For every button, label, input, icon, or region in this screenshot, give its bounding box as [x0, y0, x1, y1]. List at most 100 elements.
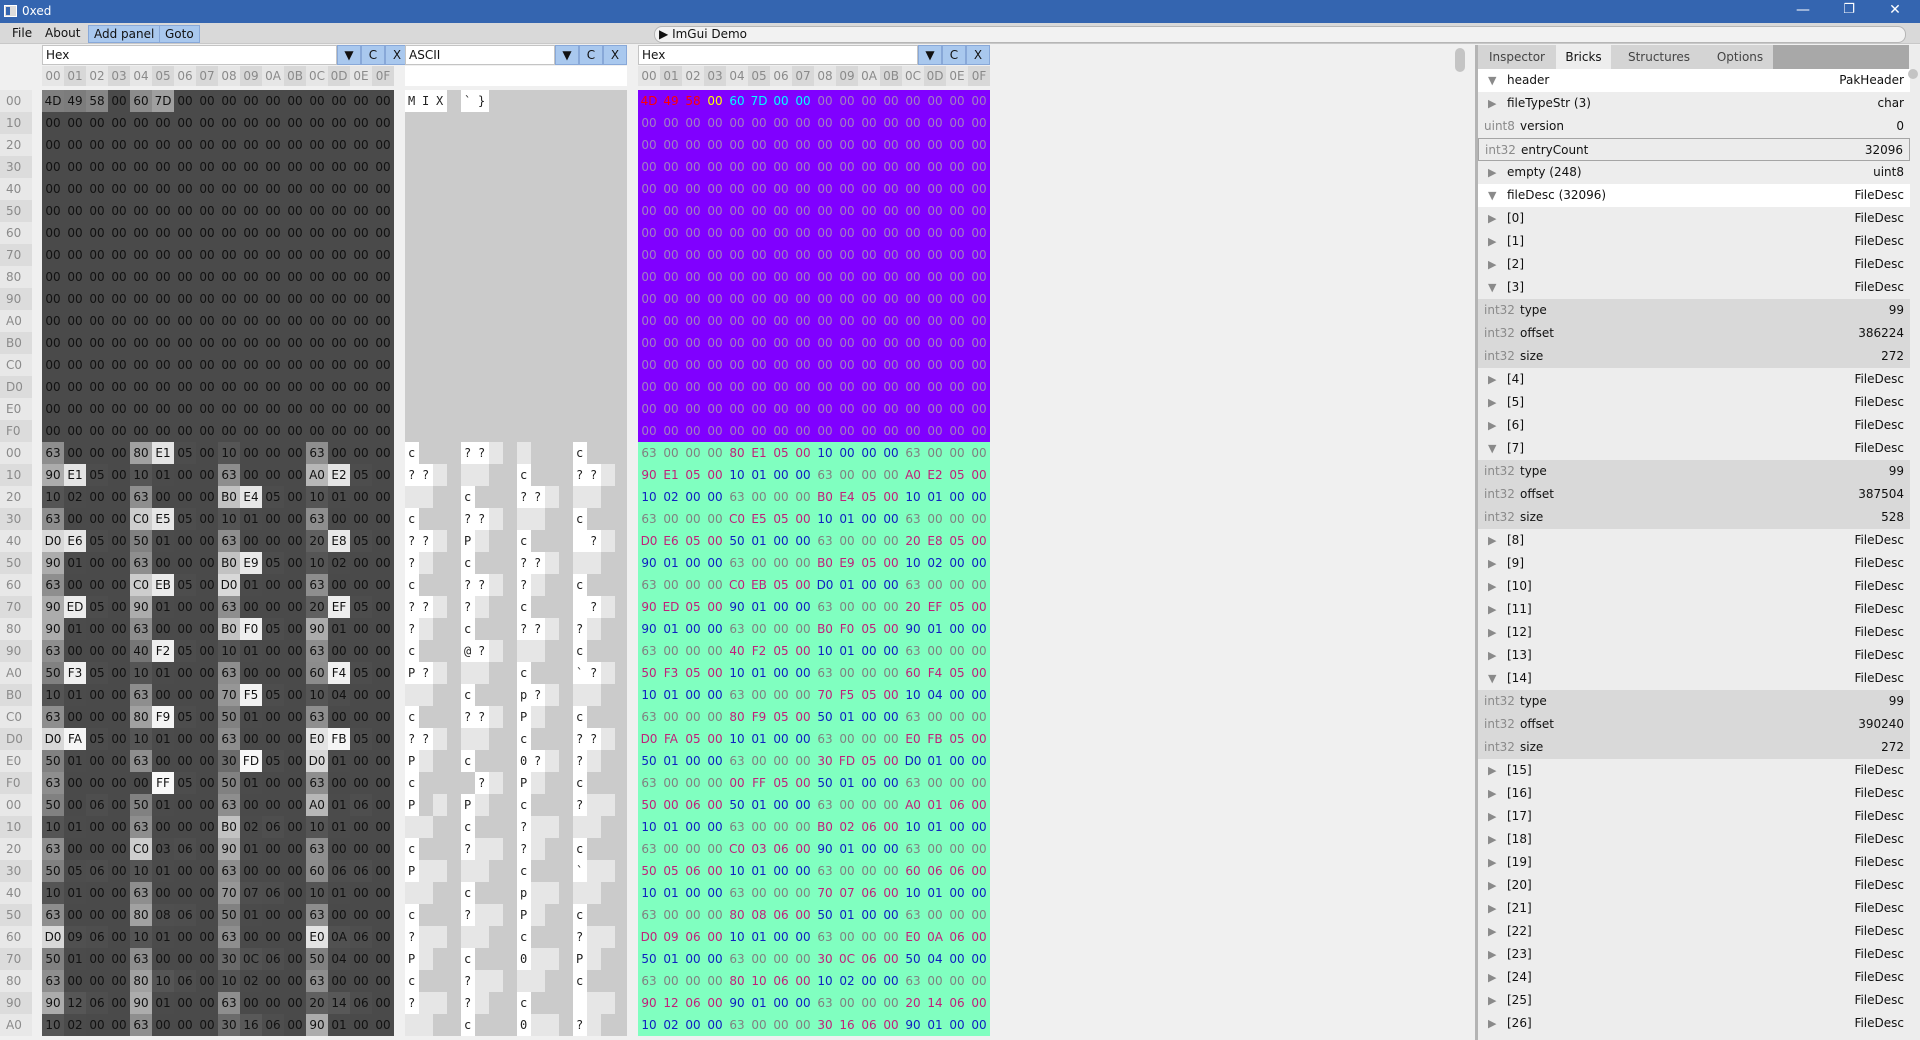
ascii-char[interactable]	[419, 332, 433, 354]
ascii-char[interactable]: ?	[531, 618, 545, 640]
ascii-char[interactable]	[433, 640, 447, 662]
ascii-char[interactable]	[587, 134, 601, 156]
hex-byte[interactable]: 00	[152, 420, 174, 442]
hex-byte[interactable]: 00	[108, 794, 130, 816]
struct-hex-byte[interactable]: 00	[814, 398, 836, 420]
struct-hex-byte[interactable]: 00	[814, 288, 836, 310]
hex-byte[interactable]: 01	[64, 750, 86, 772]
hex-byte[interactable]: 00	[196, 508, 218, 530]
hex-byte[interactable]: 05	[174, 508, 196, 530]
struct-hex-byte[interactable]: 01	[748, 728, 770, 750]
struct-hex-byte[interactable]: 00	[946, 486, 968, 508]
hex-byte[interactable]: 00	[130, 398, 152, 420]
struct-hex-byte[interactable]: 00	[880, 486, 902, 508]
collapsed-arrow-icon[interactable]: ▶	[1488, 598, 1496, 621]
ascii-char[interactable]: ?	[461, 838, 475, 860]
hex-byte[interactable]: 00	[86, 266, 108, 288]
goto-button[interactable]: Goto	[159, 25, 200, 43]
ascii-char[interactable]	[573, 684, 587, 706]
struct-hex-byte[interactable]: 00	[792, 728, 814, 750]
hex-byte[interactable]: 00	[152, 156, 174, 178]
ascii-char[interactable]	[601, 486, 615, 508]
hex-byte[interactable]: 00	[240, 860, 262, 882]
struct-hex-byte[interactable]: 00	[814, 310, 836, 332]
struct-hex-byte[interactable]: 63	[638, 970, 660, 992]
hex-byte[interactable]: 00	[350, 112, 372, 134]
ascii-char[interactable]	[447, 992, 461, 1014]
struct-hex-byte[interactable]: 80	[726, 706, 748, 728]
struct-hex-byte[interactable]: 00	[880, 574, 902, 596]
ascii-char[interactable]	[545, 90, 559, 112]
struct-hex-byte[interactable]: 00	[748, 134, 770, 156]
struct-hex-byte[interactable]: 00	[704, 574, 726, 596]
hex-byte[interactable]: 00	[284, 112, 306, 134]
struct-hex-byte[interactable]: 00	[836, 442, 858, 464]
ascii-char[interactable]	[475, 354, 489, 376]
ascii-char[interactable]	[489, 640, 503, 662]
struct-hex-byte[interactable]: 00	[946, 508, 968, 530]
ascii-char[interactable]	[587, 1014, 601, 1036]
hex-byte[interactable]: 00	[284, 882, 306, 904]
hex-byte[interactable]: 00	[350, 442, 372, 464]
hex-byte[interactable]: 00	[130, 134, 152, 156]
struct-hex-byte[interactable]: FD	[836, 750, 858, 772]
struct-hex-byte[interactable]: 00	[704, 860, 726, 882]
hex-byte[interactable]: 05	[174, 640, 196, 662]
hex-byte[interactable]: 00	[350, 508, 372, 530]
struct-hex-byte[interactable]: 00	[770, 992, 792, 1014]
struct-hex-byte[interactable]: 00	[792, 706, 814, 728]
struct-hex-byte[interactable]: 00	[968, 618, 990, 640]
hex-byte[interactable]: 00	[350, 486, 372, 508]
hex-byte[interactable]: 00	[64, 904, 86, 926]
struct-hex-byte[interactable]: 10	[638, 816, 660, 838]
ascii-char[interactable]	[405, 398, 419, 420]
struct-hex-byte[interactable]: 00	[682, 156, 704, 178]
ascii-char[interactable]	[419, 222, 433, 244]
hex-byte[interactable]: 00	[372, 486, 394, 508]
struct-hex-byte[interactable]: 00	[946, 200, 968, 222]
collapsed-arrow-icon[interactable]: ▶	[1488, 552, 1496, 575]
struct-hex-byte[interactable]: 00	[902, 354, 924, 376]
hex-byte[interactable]: 00	[174, 134, 196, 156]
struct-hex-byte[interactable]: 00	[704, 134, 726, 156]
hex-byte[interactable]: 00	[130, 156, 152, 178]
ascii-char[interactable]	[587, 376, 601, 398]
hex-byte[interactable]: 00	[372, 860, 394, 882]
struct-hex-byte[interactable]: 00	[748, 882, 770, 904]
ascii-char[interactable]	[419, 112, 433, 134]
struct-hex-byte[interactable]: 00	[638, 266, 660, 288]
ascii-char[interactable]: @	[461, 640, 475, 662]
ascii-char[interactable]	[475, 200, 489, 222]
ascii-char[interactable]	[503, 310, 517, 332]
struct-hex-byte[interactable]: 00	[968, 332, 990, 354]
hex-byte[interactable]: 00	[174, 750, 196, 772]
struct-hex-byte[interactable]: 00	[792, 112, 814, 134]
ascii-char[interactable]	[489, 662, 503, 684]
struct-hex-byte[interactable]: 00	[946, 354, 968, 376]
struct-hex-byte[interactable]: 00	[814, 112, 836, 134]
hex-byte[interactable]: A0	[306, 464, 328, 486]
struct-hex-byte[interactable]: 00	[880, 420, 902, 442]
hex-byte[interactable]: 63	[42, 640, 64, 662]
ascii-char[interactable]	[615, 750, 629, 772]
ascii-char[interactable]: ?	[573, 1014, 587, 1036]
ascii-char[interactable]	[461, 420, 475, 442]
ascii-char[interactable]	[615, 838, 629, 860]
hex-byte[interactable]: 00	[42, 244, 64, 266]
hex-byte[interactable]: 00	[42, 156, 64, 178]
ascii-char[interactable]	[433, 552, 447, 574]
hex-byte[interactable]: 00	[350, 266, 372, 288]
struct-hex-byte[interactable]: 01	[660, 618, 682, 640]
hex-byte[interactable]: 16	[240, 1014, 262, 1036]
struct-hex-byte[interactable]: 00	[726, 288, 748, 310]
hex-byte[interactable]: 00	[372, 904, 394, 926]
hex-byte[interactable]: 00	[262, 860, 284, 882]
struct-hex-byte[interactable]: 00	[880, 222, 902, 244]
ascii-char[interactable]: ?	[531, 552, 545, 574]
struct-hex-byte[interactable]: 0C	[836, 948, 858, 970]
hex-byte[interactable]: D0	[306, 750, 328, 772]
hex-byte[interactable]: 00	[108, 948, 130, 970]
ascii-char[interactable]	[475, 992, 489, 1014]
ascii-char[interactable]	[587, 992, 601, 1014]
ascii-char[interactable]	[587, 508, 601, 530]
